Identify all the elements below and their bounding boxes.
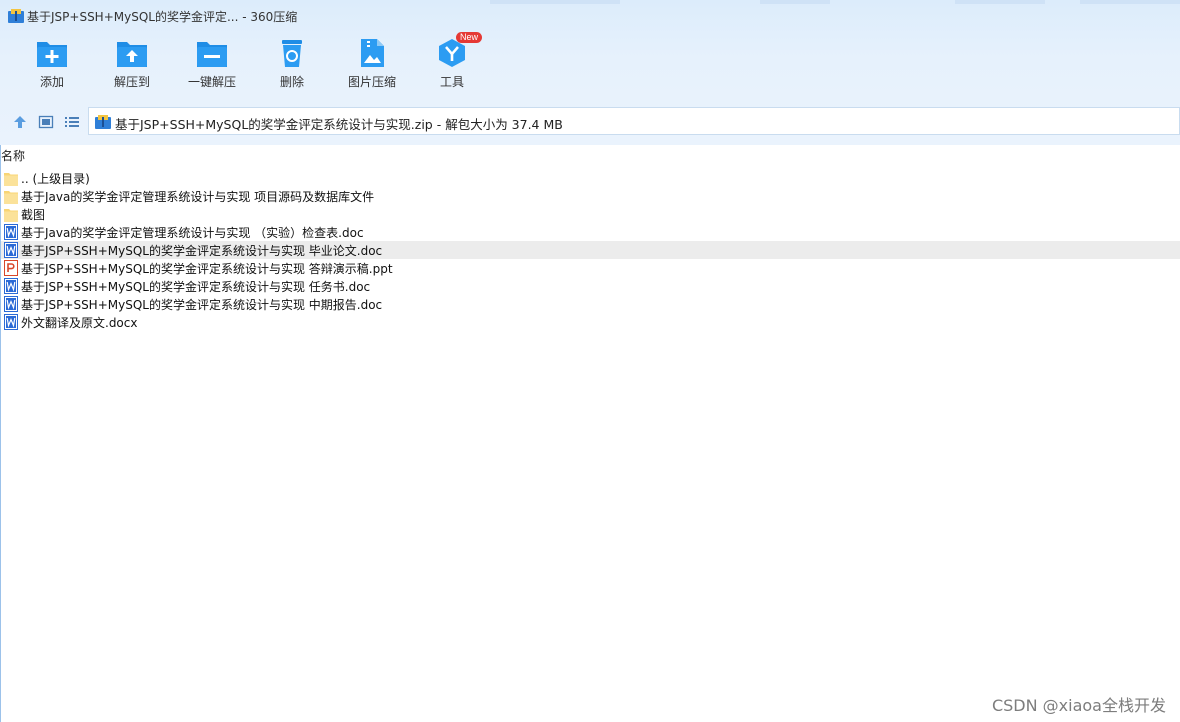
file-row[interactable]: 外文翻译及原文.docx — [1, 313, 1180, 331]
folder-icon — [4, 191, 18, 204]
word-doc-icon — [4, 224, 18, 240]
one-click-extract-icon — [197, 42, 227, 67]
delete-label: 删除 — [279, 75, 304, 89]
tools-label: 工具 — [439, 75, 464, 89]
ppt-doc-icon — [4, 260, 18, 276]
image-compress-label: 图片压缩 — [347, 75, 396, 89]
file-row[interactable]: 基于JSP+SSH+MySQL的奖学金评定系统设计与实现 毕业论文.doc — [1, 241, 1180, 259]
folder-row[interactable]: 基于Java的奖学金评定管理系统设计与实现 项目源码及数据库文件 — [1, 187, 1180, 205]
up-arrow-icon[interactable] — [12, 114, 28, 130]
add-button[interactable]: 添加 — [12, 38, 92, 98]
delete-icon — [282, 40, 302, 67]
file-name: 基于Java的奖学金评定管理系统设计与实现 （实验）检查表.doc — [21, 226, 364, 240]
image-compress-icon — [361, 39, 384, 67]
file-name: 基于JSP+SSH+MySQL的奖学金评定系统设计与实现 任务书.doc — [21, 280, 371, 294]
file-name: 基于Java的奖学金评定管理系统设计与实现 项目源码及数据库文件 — [21, 190, 375, 204]
file-name: 基于JSP+SSH+MySQL的奖学金评定系统设计与实现 毕业论文.doc — [21, 244, 383, 258]
thumbnail-view-icon[interactable] — [38, 114, 54, 130]
file-row[interactable]: 基于Java的奖学金评定管理系统设计与实现 （实验）检查表.doc — [1, 223, 1180, 241]
new-badge: New — [456, 32, 483, 43]
file-row[interactable]: 基于JSP+SSH+MySQL的奖学金评定系统设计与实现 答辩演示稿.ppt — [1, 259, 1180, 277]
path-bar[interactable]: 基于JSP+SSH+MySQL的奖学金评定系统设计与实现.zip - 解包大小为… — [88, 107, 1180, 135]
word-doc-icon — [4, 296, 18, 312]
file-name: 基于JSP+SSH+MySQL的奖学金评定系统设计与实现 答辩演示稿.ppt — [21, 262, 393, 276]
folder-row[interactable]: .. (上级目录) — [1, 169, 1180, 187]
archive-path-text: 基于JSP+SSH+MySQL的奖学金评定系统设计与实现.zip - 解包大小为… — [115, 117, 563, 132]
tools-button[interactable]: New 工具 — [412, 32, 492, 98]
folder-icon — [4, 173, 18, 186]
folder-row[interactable]: 截图 — [1, 205, 1180, 223]
file-name: 基于JSP+SSH+MySQL的奖学金评定系统设计与实现 中期报告.doc — [21, 298, 383, 312]
file-list: .. (上级目录) 基于Java的奖学金评定管理系统设计与实现 项目源码及数据库文… — [1, 169, 1180, 331]
archive-app-icon — [8, 9, 24, 23]
folder-icon — [4, 209, 18, 222]
file-row[interactable]: 基于JSP+SSH+MySQL的奖学金评定系统设计与实现 中期报告.doc — [1, 295, 1180, 313]
file-row[interactable]: 基于JSP+SSH+MySQL的奖学金评定系统设计与实现 任务书.doc — [1, 277, 1180, 295]
watermark: CSDN @xiaoa全栈开发 — [991, 696, 1166, 715]
extract-to-label: 解压到 — [113, 75, 150, 89]
add-icon — [37, 42, 67, 67]
file-name: .. (上级目录) — [21, 172, 90, 186]
word-doc-icon — [4, 314, 18, 330]
list-view-icon[interactable] — [64, 114, 80, 130]
extract-to-button[interactable]: 解压到 — [92, 38, 172, 98]
one-click-extract-label: 一键解压 — [187, 75, 236, 89]
delete-button[interactable]: 删除 — [252, 38, 332, 98]
word-doc-icon — [4, 242, 18, 258]
zip-file-icon — [95, 115, 111, 129]
window-title: 基于JSP+SSH+MySQL的奖学金评定... - 360压缩 — [27, 10, 298, 24]
file-name: 外文翻译及原文.docx — [21, 316, 138, 330]
extract-to-icon — [117, 42, 147, 67]
image-compress-button[interactable]: 图片压缩 — [332, 38, 412, 98]
one-click-extract-button[interactable]: 一键解压 — [172, 38, 252, 98]
title-bar: 基于JSP+SSH+MySQL的奖学金评定... - 360压缩 — [0, 0, 1180, 32]
add-label: 添加 — [39, 75, 64, 89]
word-doc-icon — [4, 278, 18, 294]
column-header-name[interactable]: 名称 — [1, 147, 25, 164]
window-chrome: 基于JSP+SSH+MySQL的奖学金评定... - 360压缩 添加 解压到 … — [0, 0, 1180, 145]
file-name: 截图 — [21, 208, 46, 222]
